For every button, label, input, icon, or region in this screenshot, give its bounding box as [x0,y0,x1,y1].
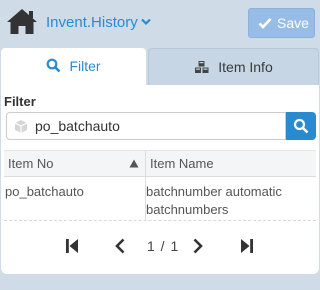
last-page-icon[interactable] [239,237,255,255]
cubes-icon [195,60,209,73]
column-header-item-name-label: Item Name [150,156,214,171]
cube-icon [14,120,28,133]
app-title-dropdown[interactable]: Invent.History [46,13,151,33]
filter-panel: Filter Item No Item Name po_batchauto [1,85,319,274]
page-indicator: 1 / 1 [147,238,180,254]
save-label: Save [277,15,309,31]
app-root: Invent.History Save Filter Item Info Fil… [0,0,320,290]
search-icon [47,58,61,73]
home-icon[interactable] [5,7,39,35]
search-input[interactable] [35,116,280,136]
pager: 1 / 1 [1,235,319,259]
cell-item-name: batchnumber automatic batchnumbers [146,184,282,217]
search-field [6,112,286,140]
chevron-down-icon [140,18,151,25]
previous-page-icon[interactable] [113,237,127,255]
column-header-item-no[interactable]: Item No [8,151,138,177]
column-header-item-name[interactable]: Item Name [150,151,310,177]
tab-item-info[interactable]: Item Info [148,48,319,85]
header: Invent.History Save [0,0,320,46]
search-button[interactable] [286,112,316,140]
tab-filter-label: Filter [69,58,101,74]
sort-up-icon[interactable] [129,159,139,168]
table-header: Item No Item Name [4,150,316,177]
check-icon [258,17,272,29]
column-divider [145,151,146,177]
app-title: Invent.History [46,14,138,31]
save-button[interactable]: Save [248,8,315,38]
tab-filter[interactable]: Filter [1,48,146,85]
tab-item-info-label: Item Info [218,59,273,75]
results-table: Item No Item Name po_batchauto batchnumb… [4,150,316,221]
next-page-icon[interactable] [191,237,205,255]
column-header-item-no-label: Item No [8,156,54,171]
table-row[interactable]: po_batchauto batchnumber automatic batch… [4,177,316,221]
search-icon [293,118,309,134]
first-page-icon[interactable] [64,237,80,255]
filter-label: Filter [4,94,36,109]
cell-item-no: po_batchauto [5,184,84,199]
